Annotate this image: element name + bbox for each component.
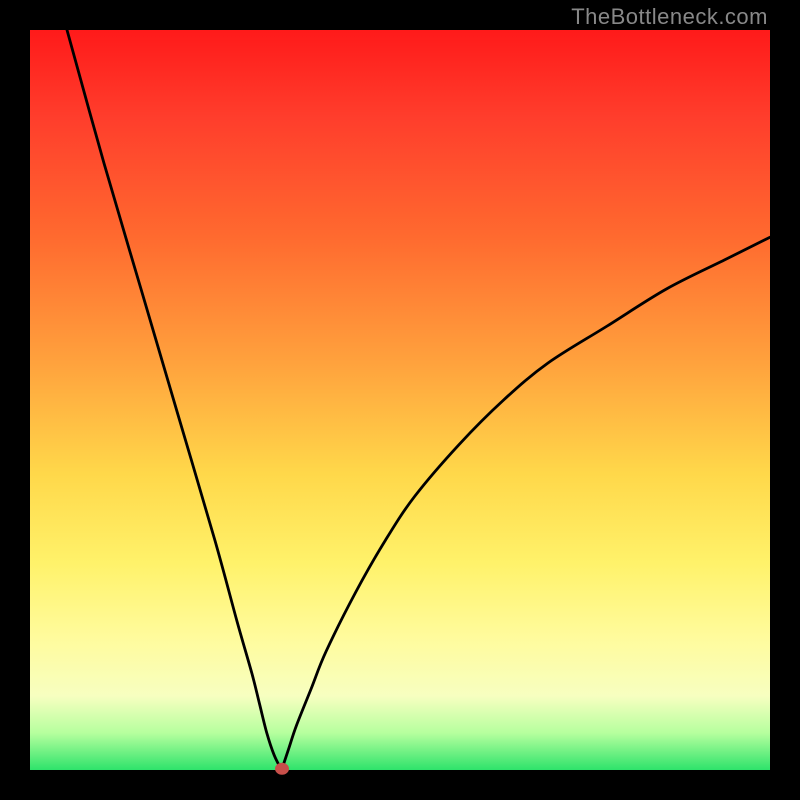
watermark-text: TheBottleneck.com [571,4,768,30]
curve-left-branch [67,30,282,770]
chart-frame [30,30,770,770]
curve-right-branch [282,237,770,770]
bottleneck-curve [30,30,770,770]
minimum-dot [275,763,289,775]
